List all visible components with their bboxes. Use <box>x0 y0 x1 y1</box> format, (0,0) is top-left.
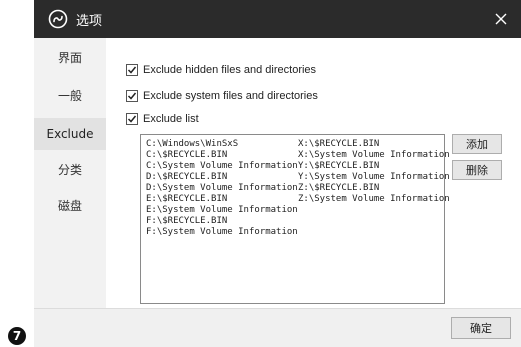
dialog-footer: 确定 <box>34 308 521 347</box>
list-item[interactable]: E:\System Volume Information <box>146 205 298 216</box>
list-item[interactable]: C:\System Volume Information <box>146 161 298 172</box>
list-item[interactable]: E:\$RECYCLE.BIN <box>146 194 298 205</box>
list-item[interactable]: Y:\$RECYCLE.BIN <box>298 161 450 172</box>
sidebar-item-label: 分类 <box>57 163 82 177</box>
list-item[interactable]: F:\$RECYCLE.BIN <box>146 216 298 227</box>
sidebar-item-label: 磁盘 <box>57 199 82 213</box>
list-item[interactable]: C:\Windows\WinSxS <box>146 139 298 150</box>
sidebar-item-interface[interactable]: 界面 <box>34 44 106 72</box>
exclude-list-column-2: X:\$RECYCLE.BIN X:\System Volume Informa… <box>298 139 450 205</box>
add-button[interactable]: 添加 <box>452 134 502 154</box>
exclude-hidden-label: Exclude hidden files and directories <box>143 64 317 76</box>
options-dialog: 选项 界面 一般 Exclude 分类 磁盘 Exclude hidden fi… <box>34 0 521 347</box>
title-bar: 选项 <box>34 0 521 38</box>
sidebar-item-label: 一般 <box>57 89 82 103</box>
list-item[interactable]: X:\System Volume Information <box>298 150 450 161</box>
sidebar-item-label: 界面 <box>57 51 82 65</box>
sidebar-item-category[interactable]: 分类 <box>34 156 106 184</box>
list-item[interactable]: C:\$RECYCLE.BIN <box>146 150 298 161</box>
ok-button[interactable]: 确定 <box>451 317 511 339</box>
exclude-hidden-checkbox[interactable] <box>126 64 138 76</box>
step-number-badge: 7 <box>8 327 26 345</box>
sidebar-item-disk[interactable]: 磁盘 <box>34 192 106 220</box>
delete-button[interactable]: 删除 <box>452 160 502 180</box>
exclude-listbox[interactable]: C:\Windows\WinSxS C:\$RECYCLE.BIN C:\Sys… <box>140 134 450 304</box>
exclude-panel: Exclude hidden files and directories Exc… <box>106 38 521 308</box>
sidebar-item-exclude[interactable]: Exclude <box>34 118 106 150</box>
exclude-list-option: Exclude list <box>126 111 199 127</box>
sidebar-item-general[interactable]: 一般 <box>34 82 106 110</box>
exclude-hidden-option: Exclude hidden files and directories <box>126 62 316 78</box>
list-item[interactable]: Z:\System Volume Information <box>298 194 450 205</box>
exclude-system-label: Exclude system files and directories <box>143 90 318 102</box>
exclude-list-column-1: C:\Windows\WinSxS C:\$RECYCLE.BIN C:\Sys… <box>146 139 298 238</box>
list-item[interactable]: Z:\$RECYCLE.BIN <box>298 183 450 194</box>
list-item[interactable]: Y:\System Volume Information <box>298 172 450 183</box>
exclude-system-checkbox[interactable] <box>126 90 138 102</box>
swirl-logo-icon <box>48 9 68 29</box>
dialog-title: 选项 <box>76 14 103 29</box>
list-item[interactable]: D:\$RECYCLE.BIN <box>146 172 298 183</box>
exclude-system-option: Exclude system files and directories <box>126 88 318 104</box>
close-button[interactable] <box>489 7 513 31</box>
list-item[interactable]: X:\$RECYCLE.BIN <box>298 139 450 150</box>
list-item[interactable]: D:\System Volume Information <box>146 183 298 194</box>
sidebar-item-label: Exclude <box>46 127 94 141</box>
list-item[interactable]: F:\System Volume Information <box>146 227 298 238</box>
close-icon <box>495 10 507 29</box>
exclude-list-label: Exclude list <box>143 113 199 125</box>
sidebar: 界面 一般 Exclude 分类 磁盘 <box>34 38 106 308</box>
exclude-list-checkbox[interactable] <box>126 113 138 125</box>
